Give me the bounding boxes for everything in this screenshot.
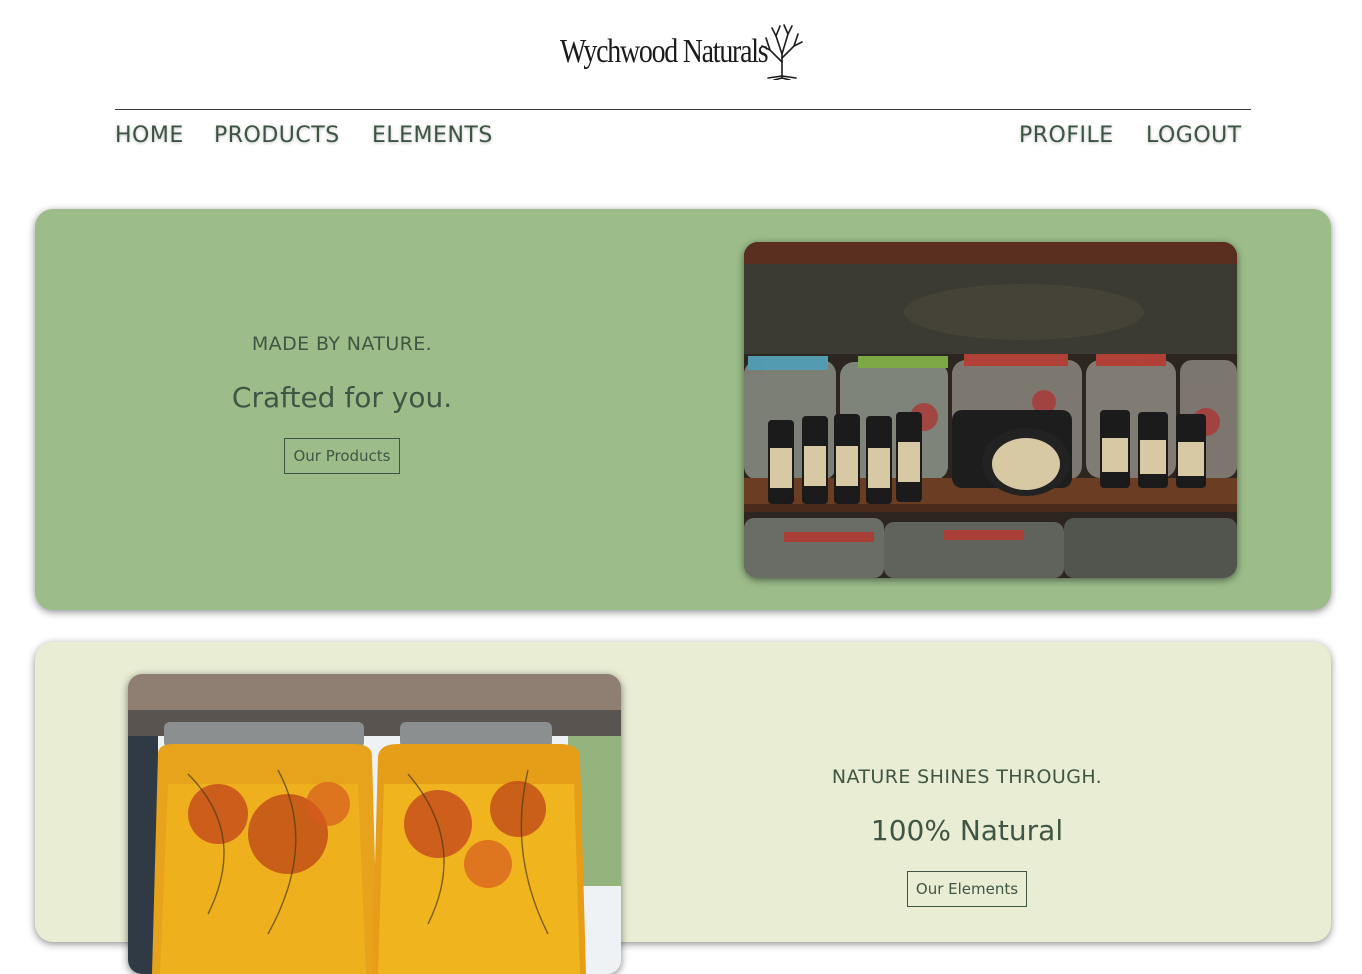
feature-tagline: NATURE SHINES THROUGH. — [831, 766, 1103, 788]
main-nav: HOME PRODUCTS ELEMENTS PROFILE LOGOUT — [115, 118, 1251, 154]
feature-headline: 100% Natural — [870, 814, 1064, 847]
nav-elements[interactable]: ELEMENTS — [372, 118, 493, 154]
hero-card: MADE BY NATURE. Crafted for you. Our Pro… — [35, 209, 1331, 610]
infusion-jars-photo — [128, 674, 621, 974]
nav-divider — [115, 109, 1251, 110]
feature-text: NATURE SHINES THROUGH. 100% Natural Our … — [767, 766, 1167, 907]
hero-text: MADE BY NATURE. Crafted for you. Our Pro… — [142, 333, 542, 474]
hero-headline: Crafted for you. — [231, 381, 453, 414]
our-products-button[interactable]: Our Products — [284, 438, 400, 474]
hero-tagline: MADE BY NATURE. — [251, 333, 433, 355]
brand-name: Wychwood Naturals — [560, 33, 769, 70]
feature-card: NATURE SHINES THROUGH. 100% Natural Our … — [35, 642, 1331, 974]
our-elements-button[interactable]: Our Elements — [906, 871, 1028, 907]
nav-products[interactable]: PRODUCTS — [214, 118, 340, 154]
nav-profile[interactable]: PROFILE — [1019, 118, 1114, 154]
brand-logo[interactable]: Wychwood Naturals — [560, 22, 810, 82]
nav-logout[interactable]: LOGOUT — [1146, 118, 1242, 154]
tree-icon — [761, 24, 803, 80]
nav-home[interactable]: HOME — [115, 118, 184, 154]
products-shelf-photo — [744, 242, 1237, 578]
